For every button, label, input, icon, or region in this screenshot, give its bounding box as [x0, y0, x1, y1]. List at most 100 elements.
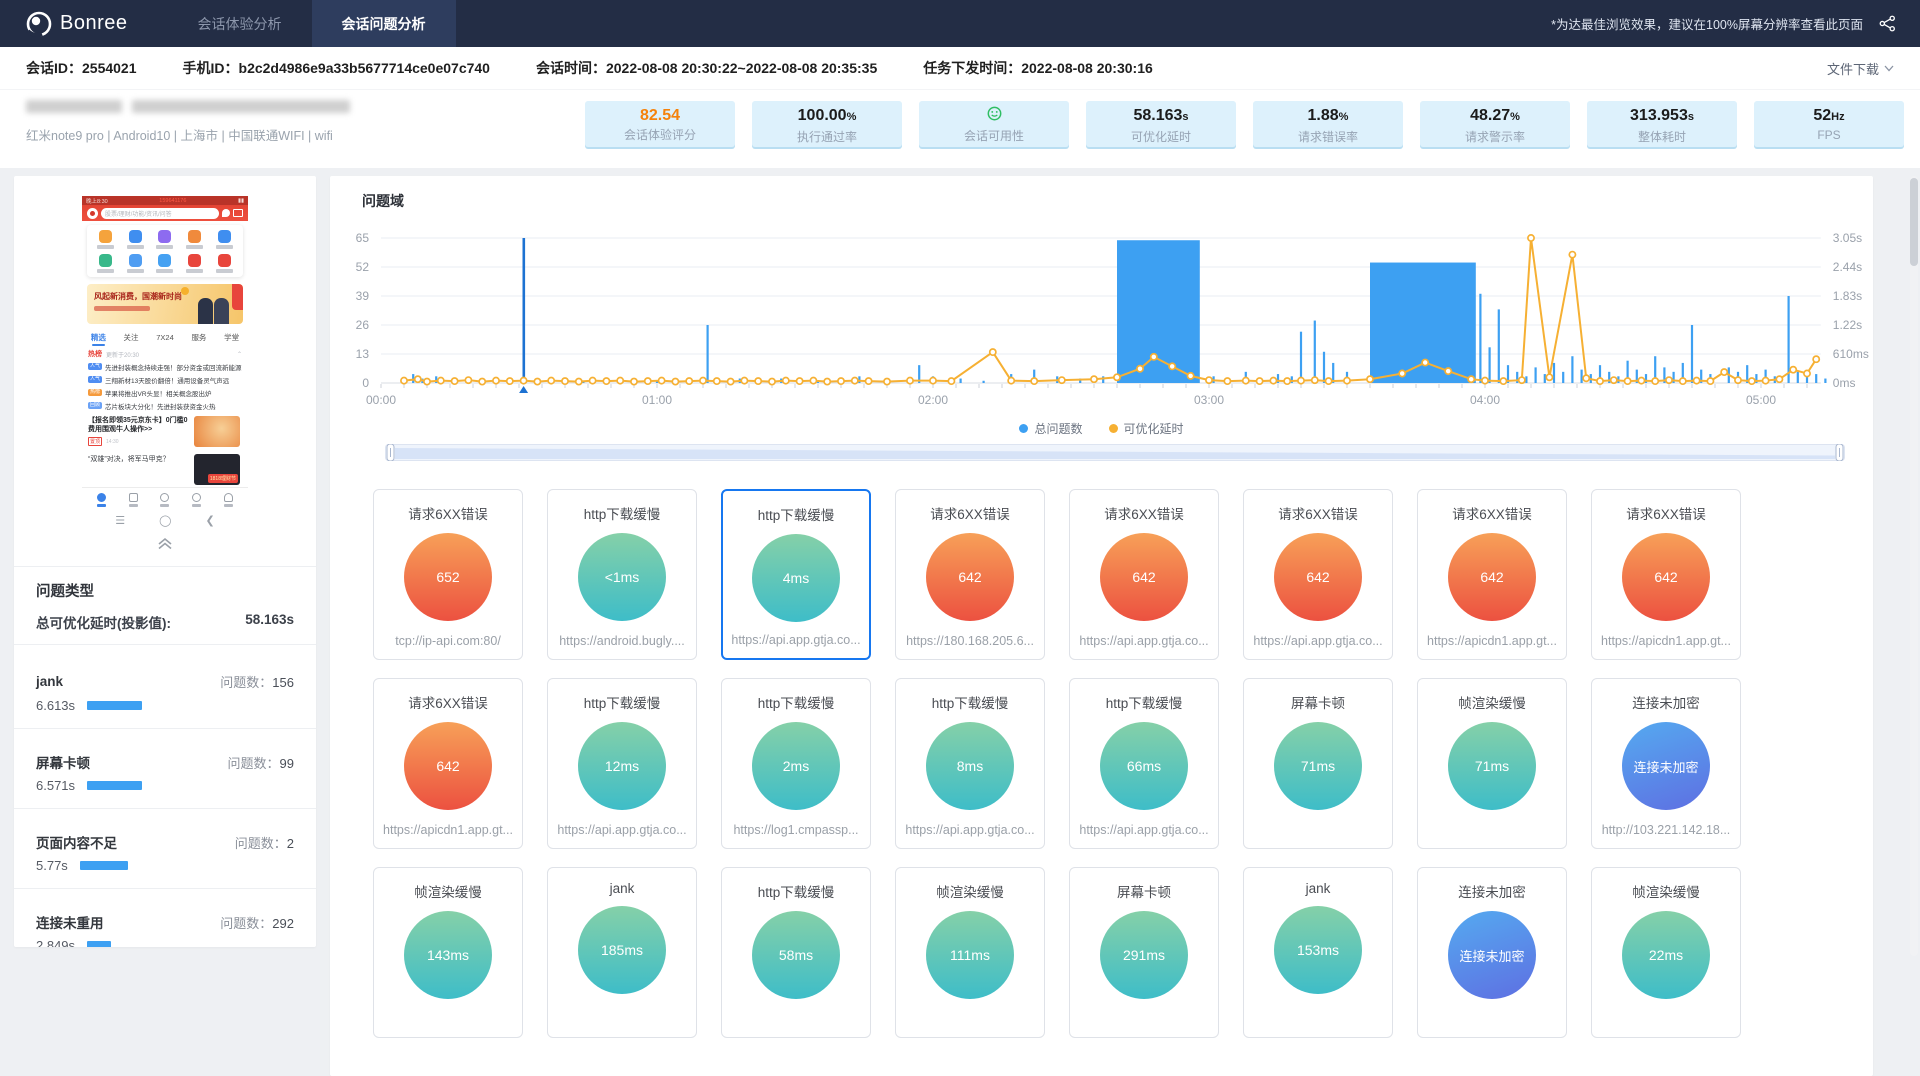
delay-point	[948, 378, 954, 384]
problem-card[interactable]: 请求6XX错误642https://180.168.205.6...	[895, 489, 1045, 660]
metric-card-6[interactable]: 48.27%请求警示率	[1420, 101, 1570, 147]
metric-card-8[interactable]: 52HzFPS	[1754, 101, 1904, 147]
problem-card[interactable]: http下载缓慢<1mshttps://android.bugly....	[547, 489, 697, 660]
problem-card-title: http下载缓慢	[1070, 692, 1218, 712]
problem-card-circle: 185ms	[578, 906, 666, 994]
problem-time-bar	[87, 781, 142, 790]
delay-point	[452, 378, 458, 384]
metric-card-1[interactable]: 82.54会话体验评分	[585, 101, 735, 147]
phone-app-icon	[209, 230, 239, 249]
bonree-logo-icon	[26, 11, 52, 37]
y-axis-left-label: 26	[356, 318, 370, 332]
news-tag: 人气	[88, 363, 102, 370]
problem-type-item[interactable]: 屏幕卡顿问题数：99	[36, 752, 294, 772]
metric-card-5[interactable]: 1.88%请求错误率	[1253, 101, 1403, 147]
problem-card-title: 请求6XX错误	[374, 503, 522, 523]
problem-card[interactable]: jank 185ms	[547, 867, 697, 1038]
problem-card-title: 帧渲染缓慢	[896, 881, 1044, 901]
y-axis-right-label: 610ms	[1833, 347, 1869, 361]
delay-point	[603, 378, 609, 384]
problem-type-item[interactable]: jank问题数：156	[36, 672, 294, 691]
phone-app-icon	[91, 230, 121, 249]
bar	[435, 376, 437, 383]
problem-type-item[interactable]: 页面内容不足问题数：2	[36, 832, 294, 852]
phone-news-item: 热榜苹果将推出VR头显！相关概念股出炉	[88, 386, 242, 399]
problem-card[interactable]: http下载缓慢4mshttps://api.app.gtja.co...	[721, 489, 871, 660]
phone-screenshot-thumbnail[interactable]: 晚上8:30 159641176 ▮▮ 股票/理财/功能/资讯/问答 风起新消费…	[82, 196, 248, 512]
problem-card[interactable]: 帧渲染缓慢111ms	[895, 867, 1045, 1038]
delay-point	[1008, 378, 1014, 384]
problem-card-url	[1076, 1012, 1212, 1026]
bar	[1489, 347, 1491, 383]
collapse-phone-button[interactable]	[14, 536, 316, 555]
app-icon	[158, 230, 171, 243]
tab-session-problem[interactable]: 会话问题分析	[312, 0, 456, 47]
metric-card-7[interactable]: 313.953s整体耗时	[1587, 101, 1737, 147]
problem-card-title: http下载缓慢	[548, 692, 696, 712]
problem-card[interactable]: 请求6XX错误642https://api.app.gtja.co...	[1243, 489, 1393, 660]
delay-point	[852, 378, 858, 384]
delay-point	[1284, 378, 1290, 384]
delay-point	[1721, 369, 1727, 375]
problem-card[interactable]: 帧渲染缓慢71ms	[1417, 678, 1567, 849]
problem-time: 6.571s	[36, 778, 75, 793]
problem-card[interactable]: 帧渲染缓慢143ms	[373, 867, 523, 1038]
chart-range-slider[interactable]	[385, 444, 1845, 461]
problem-type-item[interactable]: 连接未重用问题数：292	[36, 912, 294, 932]
file-download-button[interactable]: 文件下载	[1827, 59, 1894, 78]
problem-card[interactable]: http下载缓慢58ms	[721, 867, 871, 1038]
metric-card-2[interactable]: 100.00%执行通过率	[752, 101, 902, 147]
metric-card-4[interactable]: 58.163s可优化延时	[1086, 101, 1236, 147]
share-icon[interactable]	[1879, 15, 1896, 32]
delay-point	[1694, 378, 1700, 384]
problem-card[interactable]: jank153ms	[1243, 867, 1393, 1038]
problem-card[interactable]: http下载缓慢12mshttps://api.app.gtja.co...	[547, 678, 697, 849]
problem-card-circle: <1ms	[578, 533, 666, 621]
phone-status-bar: 晚上8:30 159641176 ▮▮	[82, 196, 248, 205]
problem-card-title: jank	[548, 881, 696, 896]
divider	[14, 808, 316, 809]
problem-card[interactable]: 屏幕卡顿71ms	[1243, 678, 1393, 849]
app-logo-icon	[87, 208, 98, 219]
scrollbar-thumb[interactable]	[1910, 178, 1918, 266]
delay-point	[507, 378, 513, 384]
problem-card[interactable]: 帧渲染缓慢22ms	[1591, 867, 1741, 1038]
device-info: 红米note9 pro | Android10 | 上海市 | 中国联通WIFI…	[26, 125, 360, 144]
problem-domain-chart[interactable]: 00ms13610ms261.22s391.83s522.44s653.05s0…	[330, 216, 1873, 416]
metric-card-3[interactable]: 会话可用性	[919, 101, 1069, 147]
delay-point	[1482, 378, 1488, 384]
legend-item-可优化延时[interactable]: 可优化延时	[1109, 420, 1184, 437]
problem-count: 问题数：2	[235, 833, 294, 852]
phone-tab-学堂: 学堂	[224, 332, 239, 343]
problem-card[interactable]: http下载缓慢2mshttps://log1.cmpassp...	[721, 678, 871, 849]
problem-card-url: https://log1.cmpassp...	[728, 823, 864, 837]
problem-card[interactable]: 请求6XX错误652tcp://ip-api.com:80/	[373, 489, 523, 660]
me-tab-icon	[224, 493, 233, 507]
problem-card[interactable]: 连接未加密连接未加密http://103.221.142.18...	[1591, 678, 1741, 849]
tab-session-experience[interactable]: 会话体验分析	[168, 0, 312, 47]
metric-label: FPS	[1754, 128, 1904, 142]
metric-label: 整体耗时	[1587, 128, 1737, 145]
problem-card[interactable]: http下载缓慢66mshttps://api.app.gtja.co...	[1069, 678, 1219, 849]
problem-card[interactable]: 请求6XX错误642https://apicdn1.app.gt...	[1591, 489, 1741, 660]
app-icon-label	[186, 245, 203, 249]
metric-value: 52Hz	[1754, 106, 1904, 127]
problem-card[interactable]: 请求6XX错误642https://api.app.gtja.co...	[1069, 489, 1219, 660]
phone-tab-精选: 精选	[91, 332, 106, 343]
problem-card[interactable]: 连接未加密连接未加密	[1417, 867, 1567, 1038]
legend-dot	[1109, 424, 1118, 433]
problem-type-title: 问题类型	[36, 580, 94, 601]
delay-point	[1445, 368, 1451, 374]
problem-card-circle: 22ms	[1622, 911, 1710, 999]
problem-card[interactable]: http下载缓慢8mshttps://api.app.gtja.co...	[895, 678, 1045, 849]
problem-card-circle: 12ms	[578, 722, 666, 810]
legend-item-总问题数[interactable]: 总问题数	[1019, 420, 1082, 437]
phone-banner: 风起新消费，国潮新时尚	[87, 284, 243, 324]
problem-card[interactable]: 请求6XX错误642https://apicdn1.app.gt...	[373, 678, 523, 849]
problem-card[interactable]: 请求6XX错误642https://apicdn1.app.gt...	[1417, 489, 1567, 660]
delay-point	[1583, 375, 1589, 381]
page-scrollbar[interactable]	[1910, 176, 1918, 956]
delay-point	[1137, 366, 1143, 372]
app-icon-label	[127, 245, 144, 249]
problem-card[interactable]: 屏幕卡顿291ms	[1069, 867, 1219, 1038]
